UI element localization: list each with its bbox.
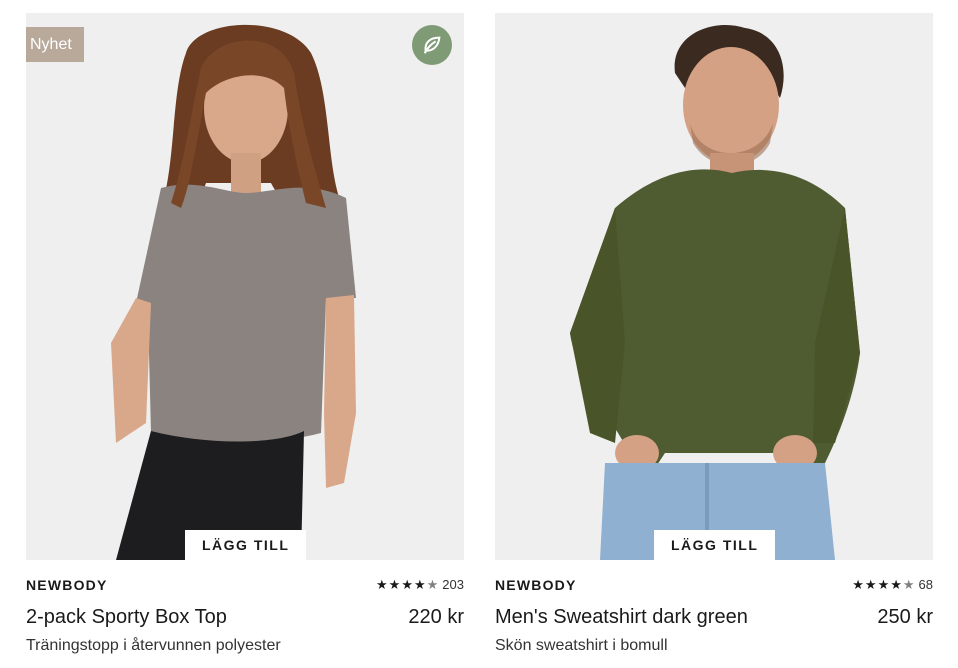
rating[interactable]: ★ ★ ★ ★ ★ 203	[376, 577, 464, 592]
review-count: 68	[918, 577, 933, 592]
product-name[interactable]: Men's Sweatshirt dark green	[495, 606, 748, 629]
product-price: 250 kr	[877, 606, 933, 628]
product-image[interactable]: LÄGG TILL	[495, 13, 933, 560]
brand-name: NEWBODY	[26, 577, 108, 593]
new-badge: Nyhet	[26, 27, 84, 62]
product-price: 220 kr	[408, 606, 464, 628]
star-rating-icon: ★ ★ ★ ★ ★	[852, 577, 915, 592]
product-card[interactable]: LÄGG TILL NEWBODY ★ ★ ★ ★ ★ 68 Men's Sweatsh…	[495, 13, 933, 655]
product-photo-man-green-sweatshirt	[495, 13, 933, 560]
product-description: Skön sweatshirt i bomull	[495, 637, 668, 654]
product-card[interactable]: Nyhet LÄGG TILL NEWBODY ★ ★ ★ ★ ★ 203 2-pack…	[26, 13, 464, 655]
brand-name: NEWBODY	[495, 577, 577, 593]
product-description: Träningstopp i återvunnen polyester	[26, 637, 281, 654]
product-name[interactable]: 2-pack Sporty Box Top	[26, 606, 227, 629]
rating[interactable]: ★ ★ ★ ★ ★ 68	[852, 577, 933, 592]
star-rating-icon: ★ ★ ★ ★ ★	[376, 577, 439, 592]
product-image[interactable]: Nyhet LÄGG TILL	[26, 13, 464, 560]
add-to-cart-button[interactable]: LÄGG TILL	[185, 530, 307, 560]
leaf-icon	[412, 25, 452, 65]
product-photo-woman-grey-top	[26, 13, 464, 560]
review-count: 203	[442, 577, 464, 592]
add-to-cart-button[interactable]: LÄGG TILL	[654, 530, 776, 560]
